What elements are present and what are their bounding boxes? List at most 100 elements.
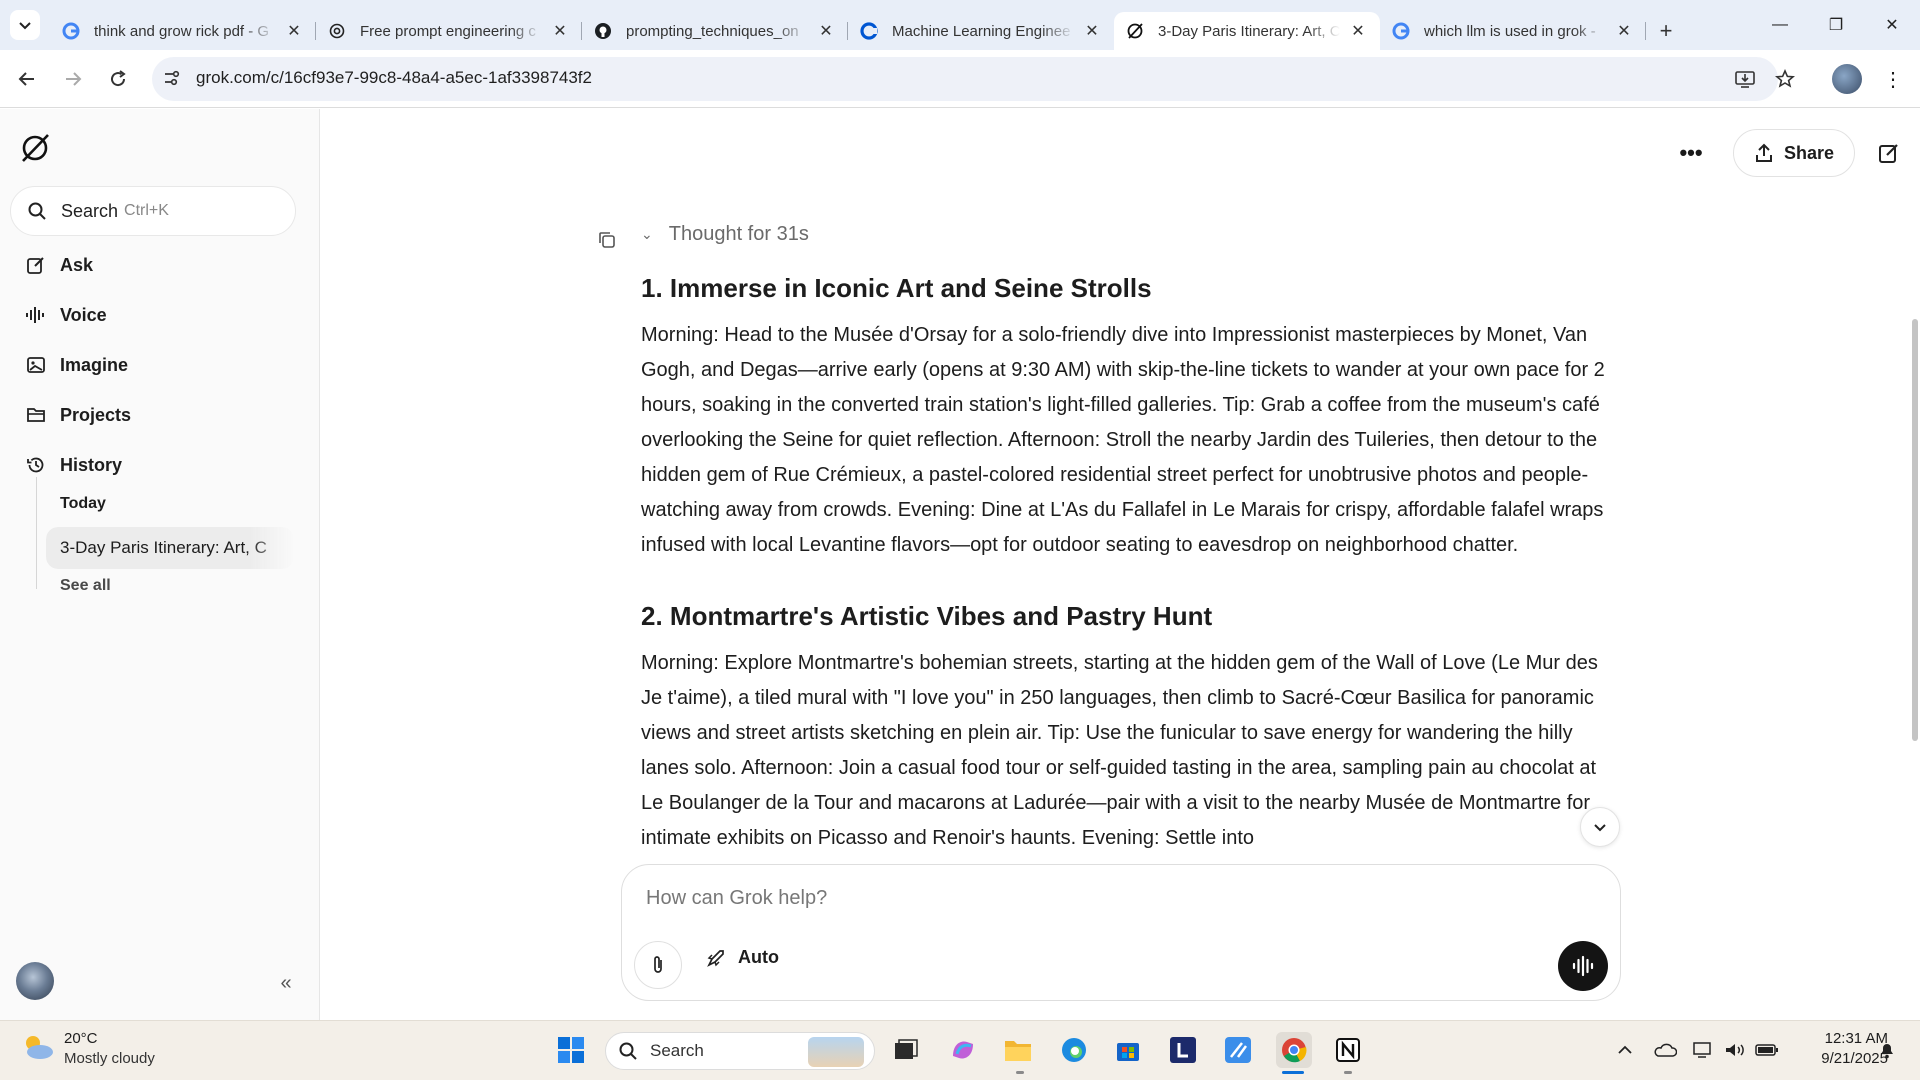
new-tab-button[interactable]: + [1646,12,1686,50]
see-all-link[interactable]: See all [60,577,111,595]
notification-bell-icon[interactable] [1874,1036,1900,1064]
tab-title: think and grow rick pdf - G [94,22,270,40]
forward-button[interactable] [58,64,88,94]
browser-menu-icon[interactable]: ⋮ [1878,64,1908,94]
avatar[interactable] [16,962,54,1000]
close-icon[interactable]: ✕ [1348,21,1368,41]
sidebar-item-projects[interactable]: Projects [24,397,131,433]
attach-button[interactable] [634,941,682,989]
search-label: Search [61,200,119,221]
tab-title: Free prompt engineering c [360,22,536,40]
restore-button[interactable]: ❐ [1808,0,1864,50]
tab-separator [1645,22,1646,40]
weather-temperature[interactable]: 20°C [64,1030,98,1047]
active-indicator [1282,1071,1304,1074]
sidebar-item-ask[interactable]: Ask [24,247,93,283]
model-mode-selector[interactable]: Auto [706,947,779,968]
copilot-icon[interactable] [945,1032,981,1068]
tab-title: 3-Day Paris Itinerary: Art, C [1158,22,1340,40]
share-button[interactable]: Share [1733,129,1855,177]
more-options-icon[interactable]: ••• [1671,129,1711,177]
image-icon [24,353,48,377]
search-icon [28,202,46,220]
browser-tab[interactable]: prompting_techniques_on ✕ [582,12,848,50]
sidebar-item-label: Ask [60,254,94,275]
new-chat-button[interactable] [1869,129,1909,177]
code-editor-icon[interactable] [1220,1032,1256,1068]
network-icon[interactable] [1690,1036,1716,1064]
bookmark-star-icon[interactable] [1770,64,1800,94]
thought-toggle[interactable]: ⌄ Thought for 31s [641,223,809,246]
taskbar-search[interactable]: Search [605,1032,875,1070]
close-icon[interactable]: ✕ [816,21,836,41]
battery-icon[interactable] [1754,1036,1780,1064]
section-heading: 2. Montmartre's Artistic Vibes and Pastr… [641,601,1213,631]
show-hidden-icons[interactable] [1612,1036,1638,1064]
main-panel: ••• Share ⌄ Thought for 31s 1. Immerse i… [321,109,1920,1020]
microsoft-store-icon[interactable] [1110,1032,1146,1068]
sidebar-item-voice[interactable]: Voice [24,297,107,333]
collapse-sidebar-icon[interactable]: « [272,969,300,997]
chrome-icon[interactable] [1276,1032,1312,1068]
back-button[interactable] [12,64,42,94]
sidebar-item-label: Voice [60,304,107,325]
close-icon[interactable]: ✕ [1082,21,1102,41]
search-icon [619,1042,637,1060]
search-shortcut: Ctrl+K [124,202,169,219]
composer[interactable]: How can Grok help? Auto [621,864,1621,1001]
install-app-icon[interactable] [1730,64,1760,94]
browser-tab[interactable]: think and grow rick pdf - G ✕ [50,12,316,50]
tab-title: Machine Learning Enginee [892,22,1071,40]
sidebar-item-history[interactable]: History [24,447,122,483]
chevron-down-icon [19,22,31,30]
taskbar-search-label: Search [650,1041,704,1060]
chevron-down-icon: ⌄ [641,226,653,242]
voice-mode-button[interactable] [1558,941,1608,991]
browser-tab[interactable]: which llm is used in grok - ✕ [1380,12,1646,50]
url-text[interactable]: grok.com/c/16cf93e7-99c8-48a4-a5ec-1af33… [196,68,592,88]
tab-title: which llm is used in grok - [1424,22,1596,40]
composer-input[interactable]: How can Grok help? [646,887,827,910]
onedrive-icon[interactable] [1652,1036,1678,1064]
coursera-icon [860,22,878,40]
scroll-to-bottom-button[interactable] [1580,807,1620,847]
edge-icon[interactable] [1056,1032,1092,1068]
close-window-button[interactable]: ✕ [1864,0,1920,50]
close-icon[interactable]: ✕ [284,21,304,41]
launcher-l-icon[interactable] [1165,1032,1201,1068]
waveform-icon [1572,955,1594,977]
window-controls: — ❐ ✕ [1752,0,1920,50]
browser-tab[interactable]: Machine Learning Enginee ✕ [848,12,1114,50]
history-tree-line [36,477,37,589]
arrow-left-icon [18,72,34,86]
sidebar: Search Ctrl+K Ask Voice Imagine Projects… [0,109,320,1020]
notion-icon[interactable] [1330,1032,1366,1068]
browser-tab[interactable]: Free prompt engineering c ✕ [316,12,582,50]
windows-start-icon[interactable] [553,1032,589,1068]
sidebar-search[interactable]: Search Ctrl+K [10,186,296,236]
github-icon [594,22,612,40]
minimize-button[interactable]: — [1752,0,1808,50]
site-info-icon[interactable] [160,66,184,90]
section-body: Morning: Explore Montmartre's bohemian s… [641,652,1598,849]
tab-search-button[interactable] [10,10,40,40]
browser-tab-active[interactable]: 3-Day Paris Itinerary: Art, C ✕ [1114,12,1380,50]
section-heading: 1. Immerse in Iconic Art and Seine Strol… [641,273,1152,303]
reload-button[interactable] [103,64,133,94]
scrollbar-thumb[interactable] [1912,319,1918,741]
volume-icon[interactable] [1722,1036,1748,1064]
weather-description[interactable]: Mostly cloudy [64,1050,155,1067]
close-icon[interactable]: ✕ [1614,21,1634,41]
browser-profile-avatar[interactable] [1832,64,1862,94]
sidebar-item-imagine[interactable]: Imagine [24,347,128,383]
task-view-icon[interactable] [888,1032,924,1068]
history-item-active[interactable]: 3-Day Paris Itinerary: Art, C [46,527,294,569]
openai-icon [328,22,346,40]
grok-logo-icon[interactable] [18,131,52,165]
copy-icon[interactable] [597,230,617,250]
scrollbar[interactable] [1910,109,1920,1020]
weather-cloud-icon[interactable] [20,1032,56,1062]
close-icon[interactable]: ✕ [550,21,570,41]
waveform-icon [24,303,48,327]
file-explorer-icon[interactable] [1000,1032,1036,1068]
